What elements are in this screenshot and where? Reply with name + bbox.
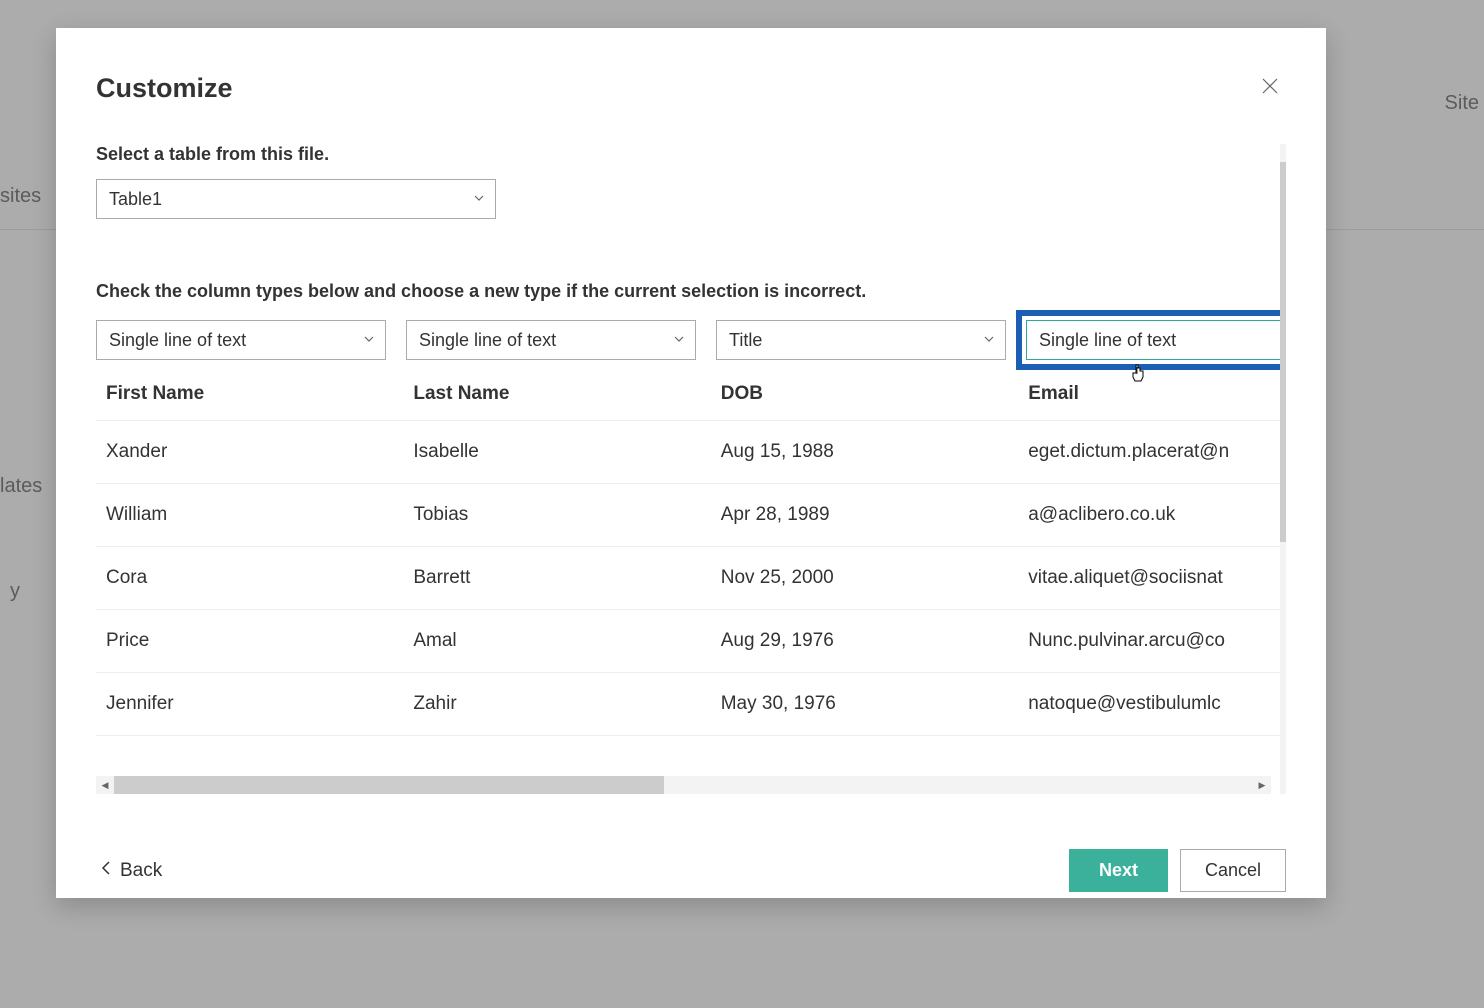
close-icon bbox=[1262, 77, 1278, 99]
back-label: Back bbox=[120, 860, 162, 882]
h-scroll-thumb[interactable] bbox=[114, 776, 664, 794]
cell-last-name: Tobias bbox=[403, 484, 710, 547]
cancel-button[interactable]: Cancel bbox=[1180, 849, 1286, 892]
cell-dob: Apr 28, 1989 bbox=[711, 484, 1019, 547]
column-type-value: Single line of text bbox=[419, 330, 556, 351]
column-type-value: Single line of text bbox=[109, 330, 246, 351]
cell-first-name: Xander bbox=[96, 421, 403, 484]
cell-first-name: Jennifer bbox=[96, 673, 403, 736]
cell-email: Nunc.pulvinar.arcu@co bbox=[1018, 610, 1281, 673]
header-last-name: Last Name bbox=[403, 368, 710, 421]
chevron-down-icon bbox=[363, 332, 375, 348]
cell-first-name: Price bbox=[96, 610, 403, 673]
modal-header: Customize bbox=[96, 73, 1286, 104]
columns-instruction-label: Check the column types below and choose … bbox=[96, 281, 1281, 302]
cell-last-name: Amal bbox=[403, 610, 710, 673]
cell-last-name: Barrett bbox=[403, 547, 710, 610]
chevron-left-icon bbox=[100, 859, 112, 882]
modal-footer: Back Next Cancel bbox=[96, 849, 1286, 892]
next-button[interactable]: Next bbox=[1069, 849, 1168, 892]
modal-title: Customize bbox=[96, 73, 233, 104]
close-button[interactable] bbox=[1254, 73, 1286, 104]
cell-email: vitae.aliquet@sociisnat bbox=[1018, 547, 1281, 610]
chevron-down-icon bbox=[983, 332, 995, 348]
scroll-left-icon[interactable]: ◀ bbox=[96, 776, 114, 794]
chevron-down-icon bbox=[673, 332, 685, 348]
table-select-dropdown[interactable]: Table1 bbox=[96, 179, 496, 219]
modal-content: Select a table from this file. Table1 Ch… bbox=[96, 144, 1286, 824]
table-select-label: Select a table from this file. bbox=[96, 144, 1281, 165]
content-inner: Select a table from this file. Table1 Ch… bbox=[96, 144, 1281, 794]
table-row: William Tobias Apr 28, 1989 a@aclibero.c… bbox=[96, 484, 1281, 547]
table-row: Jennifer Zahir May 30, 1976 natoque@vest… bbox=[96, 673, 1281, 736]
cell-dob: Aug 15, 1988 bbox=[711, 421, 1019, 484]
cell-last-name: Zahir bbox=[403, 673, 710, 736]
table-header-row: First Name Last Name DOB Email bbox=[96, 368, 1281, 421]
cell-dob: May 30, 1976 bbox=[711, 673, 1019, 736]
column-type-dropdown-1[interactable]: Single line of text bbox=[96, 320, 386, 360]
header-first-name: First Name bbox=[96, 368, 403, 421]
cell-dob: Aug 29, 1976 bbox=[711, 610, 1019, 673]
cell-email: a@aclibero.co.uk bbox=[1018, 484, 1281, 547]
table-row: Cora Barrett Nov 25, 2000 vitae.aliquet@… bbox=[96, 547, 1281, 610]
chevron-down-icon bbox=[473, 191, 485, 207]
table-select-value: Table1 bbox=[109, 189, 162, 210]
header-email: Email bbox=[1018, 368, 1281, 421]
header-dob: DOB bbox=[711, 368, 1019, 421]
column-type-dropdown-4[interactable]: Single line of text bbox=[1026, 320, 1281, 360]
scroll-up-icon[interactable]: ▲ bbox=[1280, 144, 1286, 162]
column-type-value: Single line of text bbox=[1039, 330, 1176, 351]
cell-first-name: William bbox=[96, 484, 403, 547]
column-type-dropdown-2[interactable]: Single line of text bbox=[406, 320, 696, 360]
cell-email: natoque@vestibulumlc bbox=[1018, 673, 1281, 736]
cell-email: eget.dictum.placerat@n bbox=[1018, 421, 1281, 484]
customize-modal: Customize Select a table from this file.… bbox=[56, 28, 1326, 898]
footer-right: Next Cancel bbox=[1069, 849, 1286, 892]
v-scroll-thumb[interactable] bbox=[1280, 162, 1286, 542]
scroll-right-icon[interactable]: ▶ bbox=[1253, 776, 1271, 794]
column-type-dropdowns: Single line of text Single line of text … bbox=[96, 320, 1281, 360]
table-row: Price Amal Aug 29, 1976 Nunc.pulvinar.ar… bbox=[96, 610, 1281, 673]
preview-table: First Name Last Name DOB Email Xander Is… bbox=[96, 368, 1281, 736]
column-type-value: Title bbox=[729, 330, 762, 351]
table-row: Xander Isabelle Aug 15, 1988 eget.dictum… bbox=[96, 421, 1281, 484]
cell-last-name: Isabelle bbox=[403, 421, 710, 484]
horizontal-scrollbar[interactable]: ◀ ▶ bbox=[96, 776, 1271, 794]
cell-first-name: Cora bbox=[96, 547, 403, 610]
cell-dob: Nov 25, 2000 bbox=[711, 547, 1019, 610]
h-scroll-track[interactable] bbox=[114, 776, 1253, 794]
column-type-highlight: Single line of text bbox=[1016, 310, 1281, 370]
scroll-down-icon[interactable]: ▼ bbox=[1280, 776, 1286, 794]
back-button[interactable]: Back bbox=[96, 853, 166, 888]
v-scroll-track[interactable] bbox=[1280, 162, 1286, 776]
vertical-scrollbar[interactable]: ▲ ▼ bbox=[1280, 144, 1286, 794]
column-type-dropdown-3[interactable]: Title bbox=[716, 320, 1006, 360]
